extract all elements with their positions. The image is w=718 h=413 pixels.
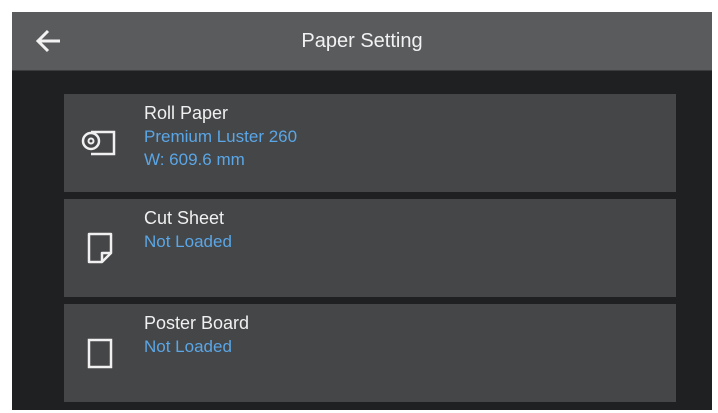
cut-sheet-label: Cut Sheet: [144, 208, 225, 228]
poster-board-status: Not Loaded: [144, 337, 232, 356]
roll-paper-label: Roll Paper: [144, 103, 229, 123]
roll-paper-item[interactable]: Roll Paper Premium Luster 260 W: 609.6 m…: [64, 94, 676, 192]
roll-paper-width: W: 609.6 mm: [144, 150, 245, 169]
page-title: Paper Setting: [301, 30, 423, 52]
roll-paper-icon: [80, 94, 120, 192]
roll-paper-media: Premium Luster 260: [144, 127, 298, 146]
cut-sheet-icon: [80, 199, 120, 297]
header-bar: Paper Setting: [12, 12, 712, 71]
cut-sheet-status: Not Loaded: [144, 232, 232, 251]
poster-board-text: Poster Board Not Loaded: [144, 312, 249, 358]
back-button[interactable]: [26, 20, 72, 62]
paper-source-list: Roll Paper Premium Luster 260 W: 609.6 m…: [64, 94, 676, 409]
paper-setting-screen: Paper Setting Roll Paper Premium Luster …: [12, 12, 712, 410]
poster-board-label: Poster Board: [144, 313, 250, 333]
poster-board-item[interactable]: Poster Board Not Loaded: [64, 304, 676, 402]
back-arrow-icon: [35, 29, 60, 53]
poster-board-icon: [80, 304, 120, 402]
roll-paper-text: Roll Paper Premium Luster 260 W: 609.6 m…: [144, 102, 297, 171]
cut-sheet-text: Cut Sheet Not Loaded: [144, 207, 232, 253]
cut-sheet-item[interactable]: Cut Sheet Not Loaded: [64, 199, 676, 297]
